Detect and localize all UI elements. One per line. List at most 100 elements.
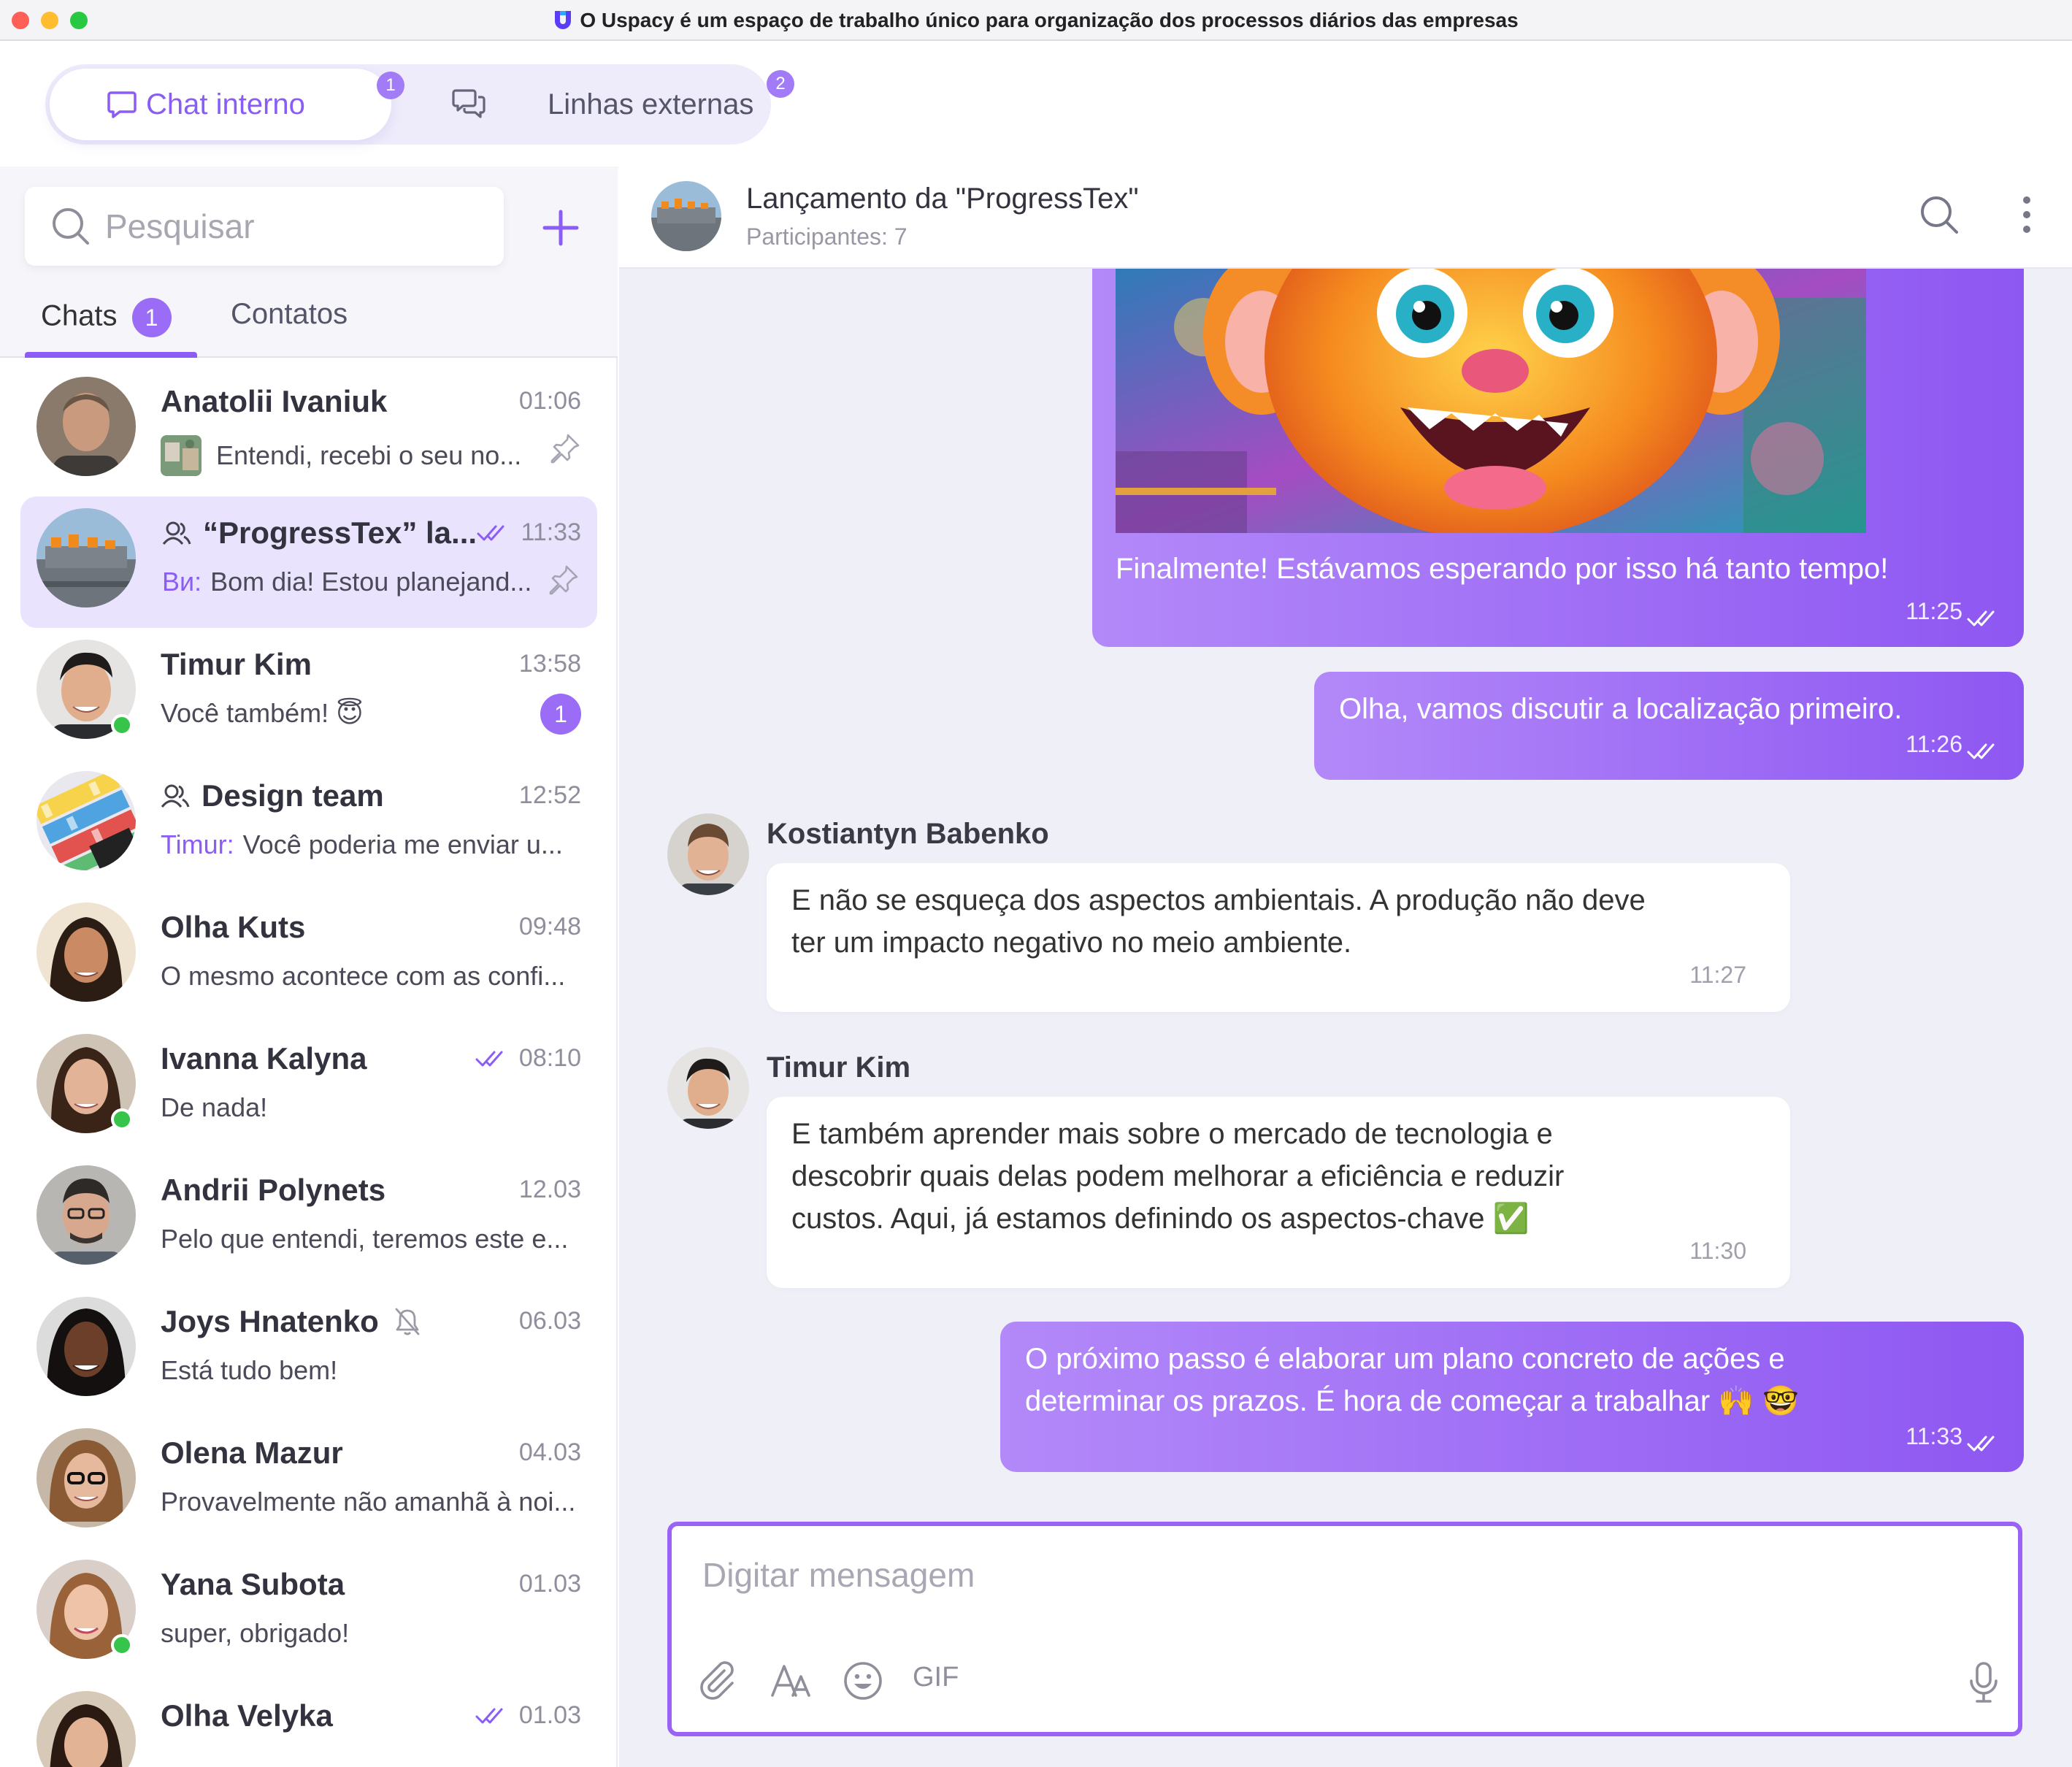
double-check-icon bbox=[1967, 743, 1995, 759]
chat-item-ivanna-kalyna[interactable]: Ivanna Kalyna 08:10 De nada! bbox=[0, 1022, 618, 1154]
message-time: 11:33 bbox=[1906, 1423, 1962, 1449]
paperclip-icon bbox=[700, 1661, 734, 1700]
message-text: O próximo passo é elaborar um plano conc… bbox=[1025, 1343, 1800, 1417]
chat-item-andrii-polynets[interactable]: Andrii Polynets 12.03 Pelo que entendi, … bbox=[0, 1154, 618, 1285]
conversation-menu-button[interactable] bbox=[2006, 194, 2047, 239]
search-box[interactable] bbox=[25, 187, 504, 266]
top-bar: Chat interno 1 Linhas externas 2 bbox=[0, 42, 2072, 166]
pin-icon[interactable] bbox=[548, 564, 580, 599]
chat-name: Olena Mazur bbox=[161, 1436, 343, 1470]
message-outgoing[interactable]: O próximo passo é elaborar um plano conc… bbox=[1000, 1322, 2024, 1472]
chat-name: Anatolii Ivaniuk bbox=[161, 384, 388, 418]
chat-sidebar: Chats 1 Contatos Anatolii Ivaniuk 01:06 E… bbox=[0, 166, 618, 1767]
pin-icon[interactable] bbox=[549, 432, 581, 468]
sender-prefix: Ви: bbox=[162, 567, 202, 597]
chat-name: “ProgressTex” la... bbox=[162, 515, 477, 551]
chat-preview: Ви: Bom dia! Estou planejand... bbox=[162, 567, 532, 597]
message-time: 11:27 bbox=[1689, 962, 1746, 988]
message-incoming[interactable]: E não se esqueça dos aspectos ambientais… bbox=[767, 863, 1790, 1012]
chat-time: 01:06 bbox=[518, 387, 581, 415]
message-outgoing[interactable]: Finalmente! Estávamos esperando por isso… bbox=[1092, 269, 2024, 647]
message-text: E não se esqueça dos aspectos ambientais… bbox=[791, 884, 1646, 959]
message-time: 11:26 bbox=[1906, 731, 1962, 757]
new-chat-button[interactable] bbox=[532, 199, 590, 257]
chat-time: 08:10 bbox=[475, 1044, 581, 1073]
chat-item-progresstex[interactable]: “ProgressTex” la... 11:33 Ви: Bom dia! Es… bbox=[20, 497, 597, 628]
message-image[interactable] bbox=[1116, 269, 1866, 533]
message-time: 11:30 bbox=[1689, 1238, 1746, 1264]
message-input[interactable] bbox=[702, 1555, 1944, 1614]
tab-chats[interactable]: Chats 1 bbox=[41, 298, 172, 337]
group-icon bbox=[161, 784, 190, 808]
group-icon bbox=[162, 521, 191, 545]
double-check-icon bbox=[1967, 1436, 1995, 1452]
chat-preview: De nada! bbox=[161, 1092, 268, 1122]
search-input[interactable] bbox=[105, 207, 485, 246]
text-format-icon bbox=[771, 1665, 810, 1697]
text-format-button[interactable] bbox=[770, 1660, 813, 1705]
online-indicator bbox=[111, 1108, 133, 1130]
message-incoming[interactable]: E também aprender mais sobre o mercado d… bbox=[767, 1097, 1790, 1288]
message-outgoing[interactable]: Olha, vamos discutir a localização prime… bbox=[1314, 672, 2024, 780]
tab-chats-badge: 1 bbox=[131, 298, 172, 337]
chat-item-yana-subota[interactable]: Yana Subota 01.03 super, obrigado! bbox=[0, 1548, 618, 1679]
chat-time: 12:52 bbox=[518, 781, 581, 809]
chat-time: 01.03 bbox=[475, 1701, 581, 1730]
conversation-header: Lançamento da "ProgressTex" Participante… bbox=[619, 166, 2072, 269]
chat-time: 09:48 bbox=[518, 913, 581, 940]
channel-tabs: Chat interno 1 Linhas externas 2 bbox=[45, 64, 794, 145]
emoji-icon bbox=[844, 1662, 882, 1700]
tab-external-lines-label: Linhas externas bbox=[548, 88, 754, 120]
tab-contacts[interactable]: Contatos bbox=[231, 298, 348, 331]
double-check-icon bbox=[477, 525, 504, 540]
plus-icon bbox=[542, 210, 579, 246]
chat-name: Olha Kuts bbox=[161, 910, 306, 944]
chat-bubble-icon bbox=[107, 91, 137, 118]
tab-external-lines[interactable]: Linhas externas 2 bbox=[451, 64, 794, 145]
sender-avatar[interactable] bbox=[667, 1047, 749, 1129]
sender-avatar[interactable] bbox=[667, 813, 749, 895]
attach-button[interactable] bbox=[697, 1660, 737, 1705]
tab-chats-label: Chats bbox=[41, 299, 118, 332]
chat-time: 04.03 bbox=[518, 1438, 581, 1466]
chat-name: Olha Velyka bbox=[161, 1698, 333, 1733]
participants-count[interactable]: Participantes: 7 bbox=[746, 223, 908, 250]
sender-name[interactable]: Timur Kim bbox=[767, 1051, 910, 1084]
chat-item-olena-mazur[interactable]: Olena Mazur 04.03 Provavelmente não aman… bbox=[0, 1417, 618, 1548]
chat-list: Anatolii Ivaniuk 01:06 Entendi, recebi o… bbox=[0, 365, 618, 1767]
gif-button[interactable]: GIF bbox=[913, 1662, 959, 1693]
chat-name: Ivanna Kalyna bbox=[161, 1041, 367, 1076]
microphone-icon bbox=[1970, 1662, 1998, 1703]
conversation-avatar[interactable] bbox=[651, 181, 721, 251]
chat-preview: Você também! 😇 bbox=[161, 698, 364, 728]
chat-item-olha-kuts[interactable]: Olha Kuts 09:48 O mesmo acontece com as … bbox=[0, 891, 618, 1022]
tab-internal-chat-label: Chat interno bbox=[146, 88, 305, 120]
conversation-title[interactable]: Lançamento da "ProgressTex" bbox=[746, 183, 1139, 215]
app-logo-icon bbox=[555, 11, 572, 29]
chat-time: 06.03 bbox=[518, 1307, 581, 1335]
avatar bbox=[37, 771, 136, 870]
message-text: Olha, vamos discutir a localização prime… bbox=[1339, 693, 1903, 725]
bell-off-icon bbox=[395, 1308, 420, 1335]
sender-name[interactable]: Kostiantyn Babenko bbox=[767, 818, 1049, 851]
chat-item-anatolii-ivaniuk[interactable]: Anatolii Ivaniuk 01:06 Entendi, recebi o… bbox=[0, 365, 618, 497]
tab-internal-chat[interactable]: Chat interno 1 bbox=[50, 69, 404, 140]
avatar bbox=[37, 1691, 136, 1767]
conversation-search-button[interactable] bbox=[1919, 194, 1960, 239]
window-titlebar: O Uspacy é um espaço de trabalho único p… bbox=[0, 0, 2072, 41]
chat-name: Andrii Polynets bbox=[161, 1173, 386, 1207]
chat-item-joys-hnatenko[interactable]: Joys Hnatenko 06.03 Está tudo bem! bbox=[0, 1285, 618, 1417]
emoji-button[interactable] bbox=[843, 1660, 883, 1705]
chat-preview: Timur: Você poderia me enviar u... bbox=[161, 829, 563, 859]
conversation-panel: Lançamento da "ProgressTex" Participante… bbox=[619, 166, 2072, 1767]
active-tab-indicator bbox=[25, 352, 197, 358]
chat-item-timur-kim[interactable]: Timur Kim 13:58 Você também! 😇 1 bbox=[0, 628, 618, 759]
double-check-icon bbox=[1967, 610, 1995, 626]
chat-item-olha-velyka[interactable]: Olha Velyka 01.03 bbox=[0, 1679, 618, 1767]
avatar bbox=[37, 508, 136, 607]
chat-name: Timur Kim bbox=[161, 647, 312, 681]
sender-prefix: Timur: bbox=[161, 829, 234, 859]
avatar bbox=[37, 902, 136, 1002]
voice-message-button[interactable] bbox=[1967, 1660, 2000, 1708]
chat-item-design-team[interactable]: Design team 12:52 Timur: Você poderia me … bbox=[0, 759, 618, 891]
